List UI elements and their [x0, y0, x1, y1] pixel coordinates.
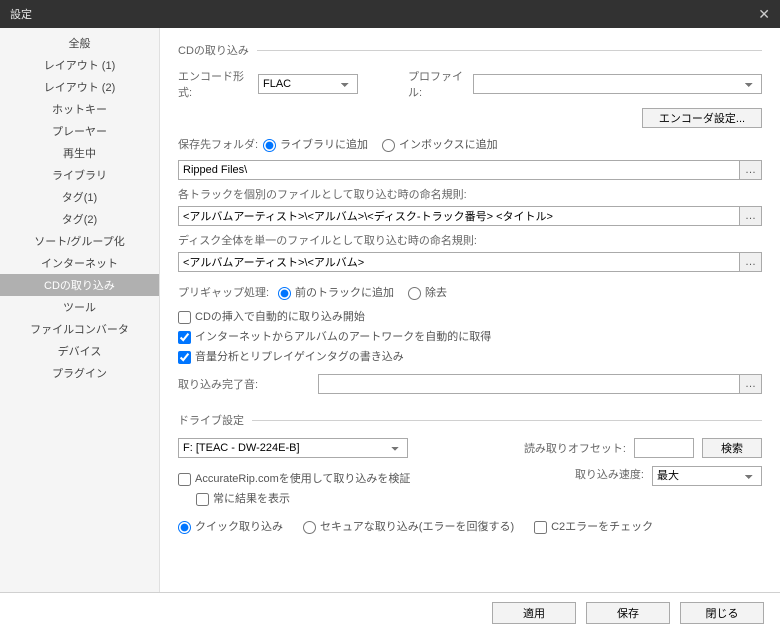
- encode-format-label: エンコード形式:: [178, 68, 258, 100]
- sidebar-item-4[interactable]: プレーヤー: [0, 120, 159, 142]
- close-button[interactable]: 閉じる: [680, 602, 764, 624]
- sidebar-item-10[interactable]: インターネット: [0, 252, 159, 274]
- save-path-input[interactable]: [178, 160, 740, 180]
- profile-select[interactable]: 標準圧縮: [473, 74, 762, 94]
- section-header-drive: ドライブ設定: [178, 412, 762, 428]
- auto-rip-checkbox[interactable]: CDの挿入で自動的に取り込み開始: [178, 308, 762, 324]
- complete-sound-input[interactable]: [318, 374, 740, 394]
- offset-input[interactable]: [634, 438, 694, 458]
- always-show-checkbox[interactable]: 常に結果を表示: [196, 490, 575, 506]
- footer: 適用 保存 閉じる: [0, 592, 780, 632]
- drive-row: F: [TEAC - DW-224E-B] 読み取りオフセット: 検索: [178, 438, 762, 458]
- sidebar-item-2[interactable]: レイアウト (2): [0, 76, 159, 98]
- accuraterip-row: AccurateRip.comを使用して取り込みを検証 常に結果を表示 取り込み…: [178, 466, 762, 510]
- offset-label: 読み取りオフセット:: [524, 440, 626, 456]
- encoder-settings-row: エンコーダ設定...: [178, 108, 762, 128]
- replaygain-checkbox[interactable]: 音量分析とリプレイゲインタグの書き込み: [178, 348, 762, 364]
- sidebar-item-15[interactable]: プラグイン: [0, 362, 159, 384]
- complete-sound-wrap: …: [318, 374, 762, 394]
- browse-disc-naming-button[interactable]: …: [740, 252, 762, 272]
- save-button[interactable]: 保存: [586, 602, 670, 624]
- add-to-inbox-radio[interactable]: インボックスに追加: [382, 136, 498, 152]
- section-header-cd: CDの取り込み: [178, 42, 762, 58]
- sidebar-item-1[interactable]: レイアウト (1): [0, 54, 159, 76]
- browse-save-path-button[interactable]: …: [740, 160, 762, 180]
- rip-mode-row: クイック取り込み セキュアな取り込み(エラーを回復する) C2エラーをチェック: [178, 518, 762, 534]
- main-area: 全般レイアウト (1)レイアウト (2)ホットキープレーヤー再生中ライブラリタグ…: [0, 28, 780, 592]
- save-path-wrap: …: [178, 160, 762, 180]
- quick-rip-radio[interactable]: クイック取り込み: [178, 518, 283, 534]
- encoder-settings-button[interactable]: エンコーダ設定...: [642, 108, 762, 128]
- save-folder-label: 保存先フォルダ:: [178, 136, 263, 152]
- pregap-row: プリギャップ処理: 前のトラックに追加 除去: [178, 284, 762, 300]
- browse-track-naming-button[interactable]: …: [740, 206, 762, 226]
- divider: [252, 420, 762, 421]
- apply-button[interactable]: 適用: [492, 602, 576, 624]
- drive-select[interactable]: F: [TEAC - DW-224E-B]: [178, 438, 408, 458]
- speed-select[interactable]: 最大: [652, 466, 762, 486]
- sidebar-item-11[interactable]: CDの取り込み: [0, 274, 159, 296]
- sidebar-item-13[interactable]: ファイルコンバータ: [0, 318, 159, 340]
- track-naming-wrap: …: [178, 206, 762, 226]
- get-artwork-checkbox[interactable]: インターネットからアルバムのアートワークを自動的に取得: [178, 328, 762, 344]
- section-title: ドライブ設定: [178, 412, 244, 428]
- window-title: 設定: [10, 6, 32, 22]
- section-title: CDの取り込み: [178, 42, 249, 58]
- save-folder-row: 保存先フォルダ: ライブラリに追加 インボックスに追加: [178, 136, 762, 152]
- search-button[interactable]: 検索: [702, 438, 762, 458]
- sidebar-item-0[interactable]: 全般: [0, 32, 159, 54]
- pregap-label: プリギャップ処理:: [178, 284, 278, 300]
- c2-checkbox[interactable]: C2エラーをチェック: [534, 518, 653, 534]
- sidebar-item-6[interactable]: ライブラリ: [0, 164, 159, 186]
- track-naming-input[interactable]: [178, 206, 740, 226]
- sidebar-item-7[interactable]: タグ(1): [0, 186, 159, 208]
- content-panel: CDの取り込み エンコード形式: FLAC プロファイル: 標準圧縮 エンコーダ…: [160, 28, 780, 592]
- secure-rip-radio[interactable]: セキュアな取り込み(エラーを回復する): [303, 518, 514, 534]
- sidebar: 全般レイアウト (1)レイアウト (2)ホットキープレーヤー再生中ライブラリタグ…: [0, 28, 160, 592]
- disc-naming-caption: ディスク全体を単一のファイルとして取り込む時の命名規則:: [178, 232, 762, 248]
- pregap-prepend-radio[interactable]: 前のトラックに追加: [278, 284, 394, 300]
- encode-format-select[interactable]: FLAC: [258, 74, 358, 94]
- accuraterip-checkbox[interactable]: AccurateRip.comを使用して取り込みを検証: [178, 470, 575, 486]
- complete-sound-label: 取り込み完了音:: [178, 376, 318, 392]
- disc-naming-wrap: …: [178, 252, 762, 272]
- disc-naming-input[interactable]: [178, 252, 740, 272]
- pregap-remove-radio[interactable]: 除去: [408, 284, 447, 300]
- sidebar-item-8[interactable]: タグ(2): [0, 208, 159, 230]
- encode-row: エンコード形式: FLAC プロファイル: 標準圧縮: [178, 68, 762, 100]
- sidebar-item-5[interactable]: 再生中: [0, 142, 159, 164]
- sidebar-item-12[interactable]: ツール: [0, 296, 159, 318]
- complete-sound-row: 取り込み完了音: …: [178, 374, 762, 394]
- add-to-library-radio[interactable]: ライブラリに追加: [263, 136, 368, 152]
- sidebar-item-9[interactable]: ソート/グループ化: [0, 230, 159, 252]
- close-icon[interactable]: ✕: [758, 6, 770, 23]
- sidebar-item-14[interactable]: デバイス: [0, 340, 159, 362]
- speed-label: 取り込み速度:: [575, 466, 644, 482]
- divider: [257, 50, 762, 51]
- sidebar-item-3[interactable]: ホットキー: [0, 98, 159, 120]
- titlebar: 設定 ✕: [0, 0, 780, 28]
- browse-complete-sound-button[interactable]: …: [740, 374, 762, 394]
- track-naming-caption: 各トラックを個別のファイルとして取り込む時の命名規則:: [178, 186, 762, 202]
- profile-label: プロファイル:: [408, 68, 473, 100]
